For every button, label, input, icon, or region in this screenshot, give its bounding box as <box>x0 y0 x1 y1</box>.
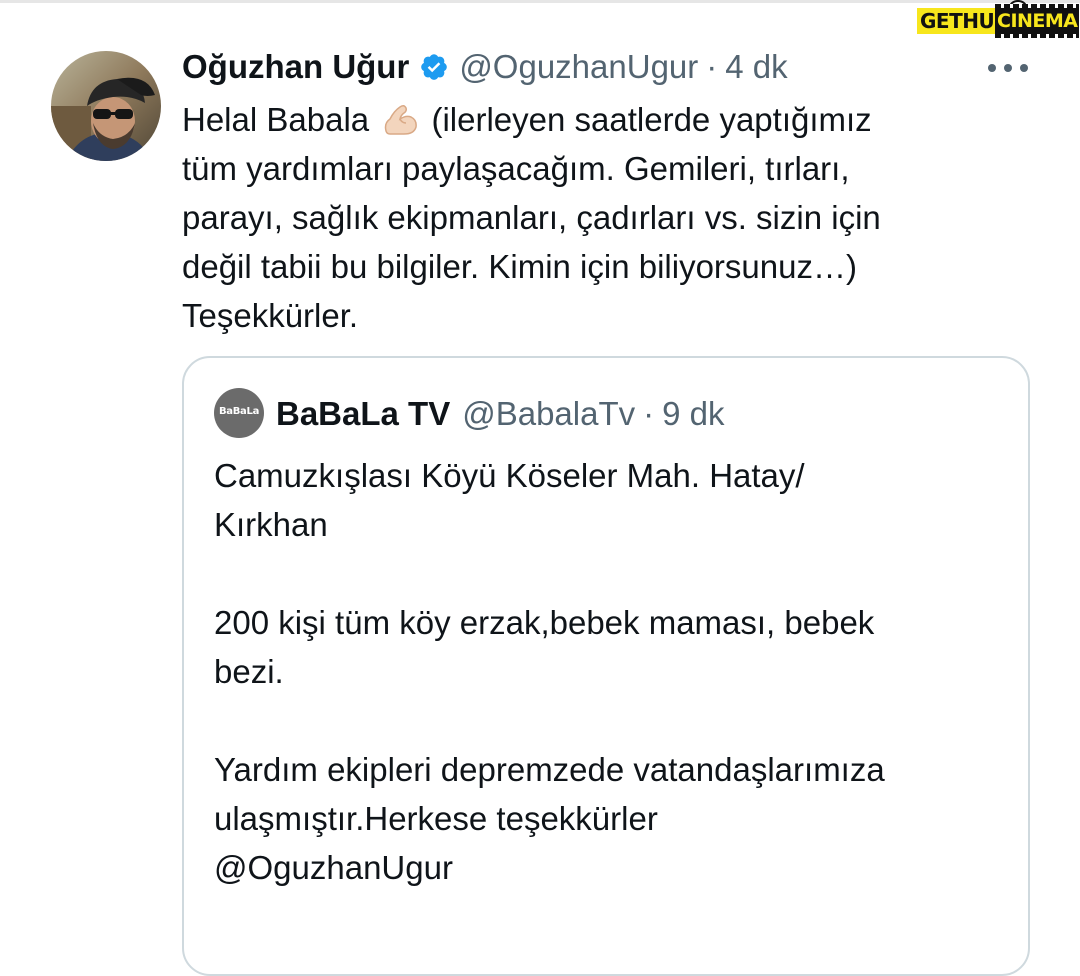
quoted-avatar-logo-text: BaBaLa <box>218 406 260 417</box>
tweet-body: Helal Babala (ilerleyen saatlerde yaptığ… <box>182 95 1002 340</box>
quoted-tweet-timestamp[interactable]: 9 dk <box>662 395 724 433</box>
tweet-line: tüm yardımları paylaşacağım. Gemileri, t… <box>182 150 850 187</box>
mention-link[interactable]: @OguzhanUgur <box>214 843 1004 892</box>
tweet-header: Oğuzhan Uğur @OguzhanUgur · 4 dk <box>182 44 788 90</box>
tweet-line-text: Helal Babala <box>182 101 370 138</box>
watermark-right-text: CINEMA <box>995 8 1079 34</box>
quoted-line: 200 kişi tüm köy erzak,bebek maması, beb… <box>214 604 875 641</box>
tweet-timestamp[interactable]: 4 dk <box>725 48 787 86</box>
tweet-line-text: (ilerleyen saatlerde yaptığımız <box>431 101 872 138</box>
author-display-name[interactable]: Oğuzhan Uğur <box>182 48 409 86</box>
quoted-tweet-header: BaBaLa TV @BabalaTv · 9 dk <box>276 392 725 436</box>
quoted-line: Yardım ekipleri depremzede vatandaşlarım… <box>214 751 885 788</box>
quoted-paragraph: 200 kişi tüm köy erzak,bebek maması, beb… <box>214 598 1004 696</box>
tweet-line: değil tabii bu bilgiler. Kimin için bili… <box>182 248 857 285</box>
tweet-line: Helal Babala (ilerleyen saatlerde yaptığ… <box>182 95 1002 144</box>
quoted-line: bezi. <box>214 653 284 690</box>
quoted-line: ulaşmıştır.Herkese teşekkürler <box>214 800 658 837</box>
quoted-header-separator: · <box>643 395 655 432</box>
quoted-paragraph: Yardım ekipleri depremzede vatandaşlarım… <box>214 745 1004 892</box>
film-strip-bottom <box>995 34 1079 38</box>
top-divider <box>0 0 1080 3</box>
quoted-line: Kırkhan <box>214 506 328 543</box>
watermark-left-text: GETHU <box>917 8 995 34</box>
quoted-line: Camuzkışlası Köyü Köseler Mah. Hatay/ <box>214 457 805 494</box>
quoted-author-avatar[interactable]: BaBaLa <box>214 388 264 438</box>
quoted-paragraph: Camuzkışlası Köyü Köseler Mah. Hatay/ Kı… <box>214 451 1004 549</box>
header-separator: · <box>706 48 718 85</box>
quoted-author-display-name[interactable]: BaBaLa TV <box>276 395 450 433</box>
flexed-biceps-icon <box>380 101 420 137</box>
quoted-author-handle[interactable]: @BabalaTv <box>462 395 635 433</box>
quoted-tweet-body: Camuzkışlası Köyü Köseler Mah. Hatay/ Kı… <box>214 451 1004 892</box>
author-handle[interactable]: @OguzhanUgur <box>459 48 698 86</box>
tweet-line: Teşekkürler. <box>182 297 359 334</box>
more-options-icon[interactable] <box>988 64 1028 74</box>
tweet-line: parayı, sağlık ekipmanları, çadırları vs… <box>182 199 881 236</box>
verified-badge-icon <box>419 52 449 82</box>
author-avatar[interactable] <box>51 51 161 161</box>
watermark-logo: GETHU CINEMA <box>917 0 1079 38</box>
